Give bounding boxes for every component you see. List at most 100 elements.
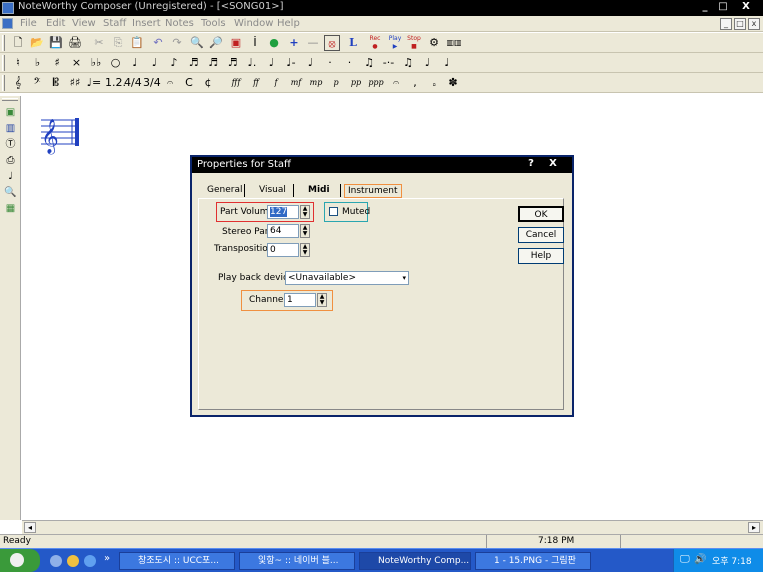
note-symbol-icon[interactable]: ♪ — [166, 55, 182, 71]
task-button-active[interactable]: NoteWorthy Comp... — [359, 552, 471, 570]
menu-view[interactable]: View — [72, 18, 96, 29]
dynamic-mf-button[interactable]: mf — [286, 75, 306, 91]
transposition-input[interactable]: 0 — [267, 243, 299, 257]
book-icon[interactable]: ▥ — [3, 122, 18, 136]
note-symbol-icon[interactable]: ♩. — [244, 55, 260, 71]
articulation-icon[interactable]: , — [407, 75, 423, 91]
horizontal-scrollbar[interactable]: ◂ ▸ — [22, 520, 763, 534]
scroll-right-button[interactable]: ▸ — [748, 522, 760, 533]
task-button[interactable]: 창조도시 :: UCC포... — [119, 552, 235, 570]
open-folder-icon[interactable]: 📂 — [29, 35, 45, 51]
dynamic-ppp-button[interactable]: ppp — [366, 75, 386, 91]
save-icon[interactable]: 💾 — [48, 35, 64, 51]
note-symbol-icon[interactable]: ♫ — [400, 55, 416, 71]
note-tool-icon[interactable]: ♩ — [3, 170, 18, 184]
note-symbol-icon[interactable]: ♩ — [147, 55, 163, 71]
scroll-left-button[interactable]: ◂ — [24, 522, 36, 533]
dynamic-f-button[interactable]: f — [266, 75, 286, 91]
dynamic-ff-button[interactable]: ff — [246, 75, 266, 91]
mdi-close-button[interactable]: x — [748, 18, 760, 30]
undo-icon[interactable]: ↶ — [150, 35, 166, 51]
help-title-button[interactable]: ? — [522, 158, 540, 171]
treble-clef-staff[interactable]: 𝄞 — [39, 108, 89, 158]
staff-symbol-icon[interactable]: 𝄢 — [29, 75, 45, 91]
ok-button[interactable]: OK — [518, 206, 564, 222]
note-symbol-icon[interactable]: ♯ — [49, 55, 65, 71]
play-button[interactable]: Play ▶ — [387, 35, 403, 51]
tab-general[interactable]: General — [207, 184, 242, 198]
staff-tool-icon[interactable]: ▣ — [3, 106, 18, 120]
print-icon[interactable]: 🖨 — [67, 35, 83, 51]
app-icon[interactable] — [2, 2, 14, 14]
dynamic-mp-button[interactable]: mp — [306, 75, 326, 91]
menu-tools[interactable]: Tools — [201, 18, 226, 29]
zoom-in-icon[interactable]: 🔍 — [189, 35, 205, 51]
redo-icon[interactable]: ↷ — [169, 35, 185, 51]
staff-symbol-icon[interactable]: 1.2. — [105, 75, 126, 91]
staff-properties-icon[interactable]: ▣ — [228, 35, 244, 51]
document-icon[interactable] — [2, 18, 13, 29]
note-symbol-icon[interactable]: ♩ — [420, 55, 436, 71]
cut-icon[interactable]: ✂ — [91, 35, 107, 51]
volume-icon[interactable]: 🔊 — [694, 554, 706, 565]
articulation-icon[interactable]: 𝅆 — [426, 75, 442, 91]
mute-toggle-icon[interactable]: ⦻ — [324, 35, 340, 51]
menu-edit[interactable]: Edit — [46, 18, 65, 29]
staff-symbol-icon[interactable]: 4/4 — [124, 75, 142, 91]
note-symbol-icon[interactable]: ♫ — [361, 55, 377, 71]
zoom-out-icon[interactable]: 🔎 — [208, 35, 224, 51]
quicklaunch-icon[interactable] — [50, 555, 62, 567]
note-symbol-icon[interactable]: ♩ — [127, 55, 143, 71]
staff-symbol-icon[interactable]: ♩= — [86, 75, 102, 91]
part-volume-spinner[interactable]: ▲ ▼ — [300, 205, 310, 219]
preview-icon[interactable]: ⎙ — [3, 154, 18, 168]
info-icon[interactable]: İ — [247, 35, 263, 51]
lyrics-icon[interactable]: L — [345, 35, 361, 51]
chevron-down-icon[interactable]: ▾ — [402, 272, 406, 284]
note-symbol-icon[interactable]: ♬ — [205, 55, 221, 71]
note-symbol-icon[interactable]: ♩ — [439, 55, 455, 71]
mdi-minimize-button[interactable]: _ — [720, 18, 732, 30]
tab-midi[interactable]: Midi — [308, 184, 330, 198]
playback-device-select[interactable]: <Unavailable> ▾ — [285, 271, 409, 285]
note-symbol-icon[interactable]: -·- — [381, 55, 397, 71]
quicklaunch-icon[interactable] — [67, 555, 79, 567]
note-symbol-icon[interactable]: ♮ — [10, 55, 26, 71]
channel-input[interactable]: 1 — [284, 293, 316, 307]
stereo-pan-spinner[interactable]: ▲ ▼ — [300, 224, 310, 238]
keyboard-icon[interactable]: ▥▥ — [444, 35, 464, 51]
note-symbol-icon[interactable]: ♬ — [225, 55, 241, 71]
cancel-button[interactable]: Cancel — [518, 227, 564, 243]
transposition-spinner[interactable]: ▲ ▼ — [300, 243, 310, 257]
remove-staff-icon[interactable]: — — [305, 35, 321, 51]
note-symbol-icon[interactable]: ♭♭ — [88, 55, 104, 71]
staff-symbol-icon[interactable]: 𝄡 — [48, 75, 64, 91]
new-file-icon[interactable]: 🗋 — [10, 35, 26, 51]
menu-help[interactable]: Help — [277, 18, 300, 29]
staff-symbol-icon[interactable]: ¢ — [200, 75, 216, 91]
channel-spinner[interactable]: ▲ ▼ — [317, 293, 327, 307]
add-staff-icon[interactable]: + — [286, 35, 302, 51]
dynamic-p-button[interactable]: p — [326, 75, 346, 91]
note-symbol-icon[interactable]: ♩- — [283, 55, 299, 71]
mdi-restore-button[interactable]: □ — [734, 18, 746, 30]
menu-notes[interactable]: Notes — [165, 18, 194, 29]
staff-symbol-icon[interactable]: 3/4 — [143, 75, 161, 91]
grid-icon[interactable]: ▦ — [3, 202, 18, 216]
copy-icon[interactable]: ⎘ — [110, 35, 126, 51]
menu-staff[interactable]: Staff — [103, 18, 126, 29]
note-symbol-icon[interactable]: ♭ — [30, 55, 46, 71]
part-volume-input[interactable]: 127 — [267, 205, 299, 219]
menu-file[interactable]: File — [20, 18, 37, 29]
quicklaunch-expand-icon[interactable]: » — [104, 553, 110, 564]
muted-checkbox[interactable] — [329, 207, 338, 216]
note-symbol-icon[interactable]: · — [342, 55, 358, 71]
note-symbol-icon[interactable]: ♩ — [264, 55, 280, 71]
note-symbol-icon[interactable]: ♩ — [303, 55, 319, 71]
staff-symbol-icon[interactable]: C — [181, 75, 197, 91]
close-dialog-button[interactable]: X — [544, 158, 562, 171]
task-button[interactable]: 1 - 15.PNG - 그림판 — [475, 552, 591, 570]
menu-window[interactable]: Window — [234, 18, 273, 29]
text-tool-icon[interactable]: Ⓣ — [3, 138, 18, 152]
note-symbol-icon[interactable]: × — [69, 55, 85, 71]
